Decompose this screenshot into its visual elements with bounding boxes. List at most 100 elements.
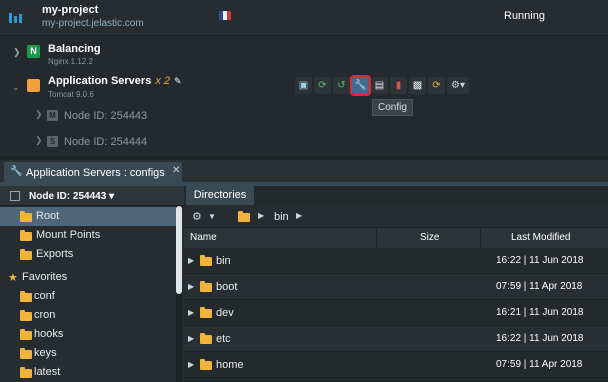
folder-icon <box>200 255 212 266</box>
table-row[interactable]: ▶ boot 07:59 | 11 Apr 2018 <box>184 274 608 300</box>
folder-icon <box>200 359 212 370</box>
folder-icon <box>200 307 212 318</box>
pencil-icon[interactable]: ✎ <box>174 76 182 86</box>
redeploy-icon[interactable]: ⟳ <box>314 77 331 94</box>
restart-icon[interactable]: ↺ <box>333 77 350 94</box>
chevron-down-icon[interactable]: ▼ <box>208 212 216 221</box>
chevron-right-icon[interactable]: ❯ <box>13 47 21 58</box>
add-node-icon[interactable]: ▣ <box>295 77 312 94</box>
chevron-down-icon[interactable]: ⌄ <box>12 82 20 93</box>
file-name: boot <box>216 281 238 293</box>
breadcrumb-separator-icon: ▶ <box>296 211 303 220</box>
star-icon: ★ <box>8 272 18 284</box>
favorite-item[interactable]: hooks <box>0 325 176 344</box>
favorite-label: keys <box>34 347 57 359</box>
column-header-size[interactable]: Size <box>420 232 439 243</box>
log-icon[interactable]: ▤ <box>371 77 388 94</box>
folder-icon <box>20 211 32 222</box>
table-row[interactable]: ▶ dev 16:21 | 11 Jun 2018 <box>184 300 608 326</box>
table-row[interactable]: ▶ home 07:59 | 11 Apr 2018 <box>184 352 608 378</box>
favorite-item[interactable]: cron <box>0 306 176 325</box>
node-group-balancing[interactable]: ❯ N Balancing Nginx 1.12.2 <box>0 38 608 68</box>
expand-arrow-icon[interactable]: ▶ <box>188 256 194 265</box>
folder-icon <box>20 367 32 378</box>
tree-item-label: Favorites <box>22 271 68 283</box>
favorite-item[interactable]: latest <box>0 363 176 382</box>
table-row[interactable]: ▶ etc 16:22 | 11 Jun 2018 <box>184 326 608 352</box>
chevron-right-icon[interactable]: ❯ <box>35 135 43 146</box>
statistics-icon[interactable]: ▮ <box>390 77 407 94</box>
directory-toolbar: ⚙ ▼ ▶ bin ▶ <box>184 206 608 228</box>
node-version: Tomcat 9.0.6 <box>48 90 94 99</box>
file-modified: 16:22 | 11 Jun 2018 <box>496 333 584 344</box>
node-version: Nginx 1.12.2 <box>48 57 93 66</box>
folder-icon <box>20 249 32 260</box>
tree-item-root[interactable]: Root <box>0 207 176 226</box>
expand-arrow-icon[interactable]: ▶ <box>188 334 194 343</box>
folder-icon[interactable] <box>238 211 250 222</box>
nginx-icon: N <box>27 45 40 58</box>
server-icon <box>10 191 20 201</box>
terminal-icon[interactable]: ⟳ <box>428 77 445 94</box>
tree-item-exports[interactable]: Exports <box>0 245 176 264</box>
sub-node-row[interactable]: ❯ M Node ID: 254443 <box>0 106 608 126</box>
tree-scrollbar[interactable] <box>176 206 182 382</box>
slave-node-icon: S <box>47 136 58 147</box>
gear-icon[interactable]: ⚙ <box>192 210 202 223</box>
config-icon[interactable]: 🔧 <box>350 75 371 96</box>
node-count: x 2 <box>155 75 171 87</box>
wrench-icon: 🔧 <box>10 166 23 177</box>
column-divider <box>480 228 481 248</box>
file-name: home <box>216 359 244 371</box>
settings-icon[interactable]: ⚙▾ <box>447 77 469 94</box>
tree-item-label: Exports <box>36 248 74 260</box>
panel-tab-title: Application Servers : configs <box>26 167 165 179</box>
close-icon[interactable]: ✕ <box>172 165 180 176</box>
config-panel: 🔧 Application Servers : configs ✕ Node I… <box>0 160 608 382</box>
folder-icon <box>20 329 32 340</box>
expand-arrow-icon[interactable]: ▶ <box>188 360 194 369</box>
tree-item-favorites[interactable]: ★ Favorites <box>0 268 176 287</box>
panel-tab[interactable]: 🔧 Application Servers : configs ✕ <box>4 162 182 182</box>
favorite-item[interactable]: conf <box>0 287 176 306</box>
expand-arrow-icon[interactable]: ▶ <box>188 308 194 317</box>
chevron-right-icon[interactable]: ❯ <box>35 109 43 120</box>
scrollbar-thumb[interactable] <box>176 206 182 294</box>
expand-arrow-icon[interactable]: ▶ <box>188 282 194 291</box>
file-modified: 07:59 | 11 Apr 2018 <box>496 359 583 370</box>
tree-item-mount-points[interactable]: Mount Points <box>0 226 176 245</box>
folder-icon <box>20 291 32 302</box>
breadcrumb-item[interactable]: bin <box>274 211 289 223</box>
tree-item-label: Root <box>36 210 60 222</box>
column-header-modified[interactable]: Last Modified <box>511 232 570 243</box>
file-name: dev <box>216 307 234 319</box>
environment-name[interactable]: my-project <box>42 4 98 16</box>
favorite-label: conf <box>34 290 55 302</box>
file-modified: 16:21 | 11 Jun 2018 <box>496 307 584 318</box>
master-node-icon: M <box>47 110 58 121</box>
node-title: Application Servers x 2 ✎ <box>48 75 182 87</box>
file-modified: 07:59 | 11 Apr 2018 <box>496 281 583 292</box>
environment-domain[interactable]: my-project.jelastic.com <box>42 18 144 29</box>
region-flag-icon <box>219 11 231 20</box>
node-name: Application Servers <box>48 75 152 87</box>
tab-directories[interactable]: Directories <box>186 186 254 205</box>
folder-icon <box>20 230 32 241</box>
favorite-item[interactable]: keys <box>0 344 176 363</box>
file-table-header: Name Size Last Modified <box>184 228 608 248</box>
node-toolbar: ▣ ⟳ ↺ 🔧 ▤ ▮ ▩ ⟳ ⚙▾ <box>295 75 469 96</box>
folder-icon <box>20 348 32 359</box>
favorite-label: hooks <box>34 328 64 340</box>
sub-node-row[interactable]: ❯ S Node ID: 254444 <box>0 132 608 152</box>
table-row[interactable]: ▶ bin 16:22 | 11 Jun 2018 <box>184 248 608 274</box>
node-name: Balancing <box>48 43 101 55</box>
file-name: bin <box>216 255 231 267</box>
web-ssh-icon[interactable]: ▩ <box>409 77 426 94</box>
folder-icon <box>200 333 212 344</box>
column-header-name[interactable]: Name <box>190 232 217 243</box>
environment-panel: my-project my-project.jelastic.com Runni… <box>0 0 608 156</box>
node-select-dropdown[interactable]: Node ID: 254443 ▾ <box>0 186 184 206</box>
favorite-label: latest <box>34 366 61 378</box>
environment-row[interactable]: my-project my-project.jelastic.com Runni… <box>0 0 608 36</box>
node-id-label: Node ID: 254443 <box>64 110 148 122</box>
